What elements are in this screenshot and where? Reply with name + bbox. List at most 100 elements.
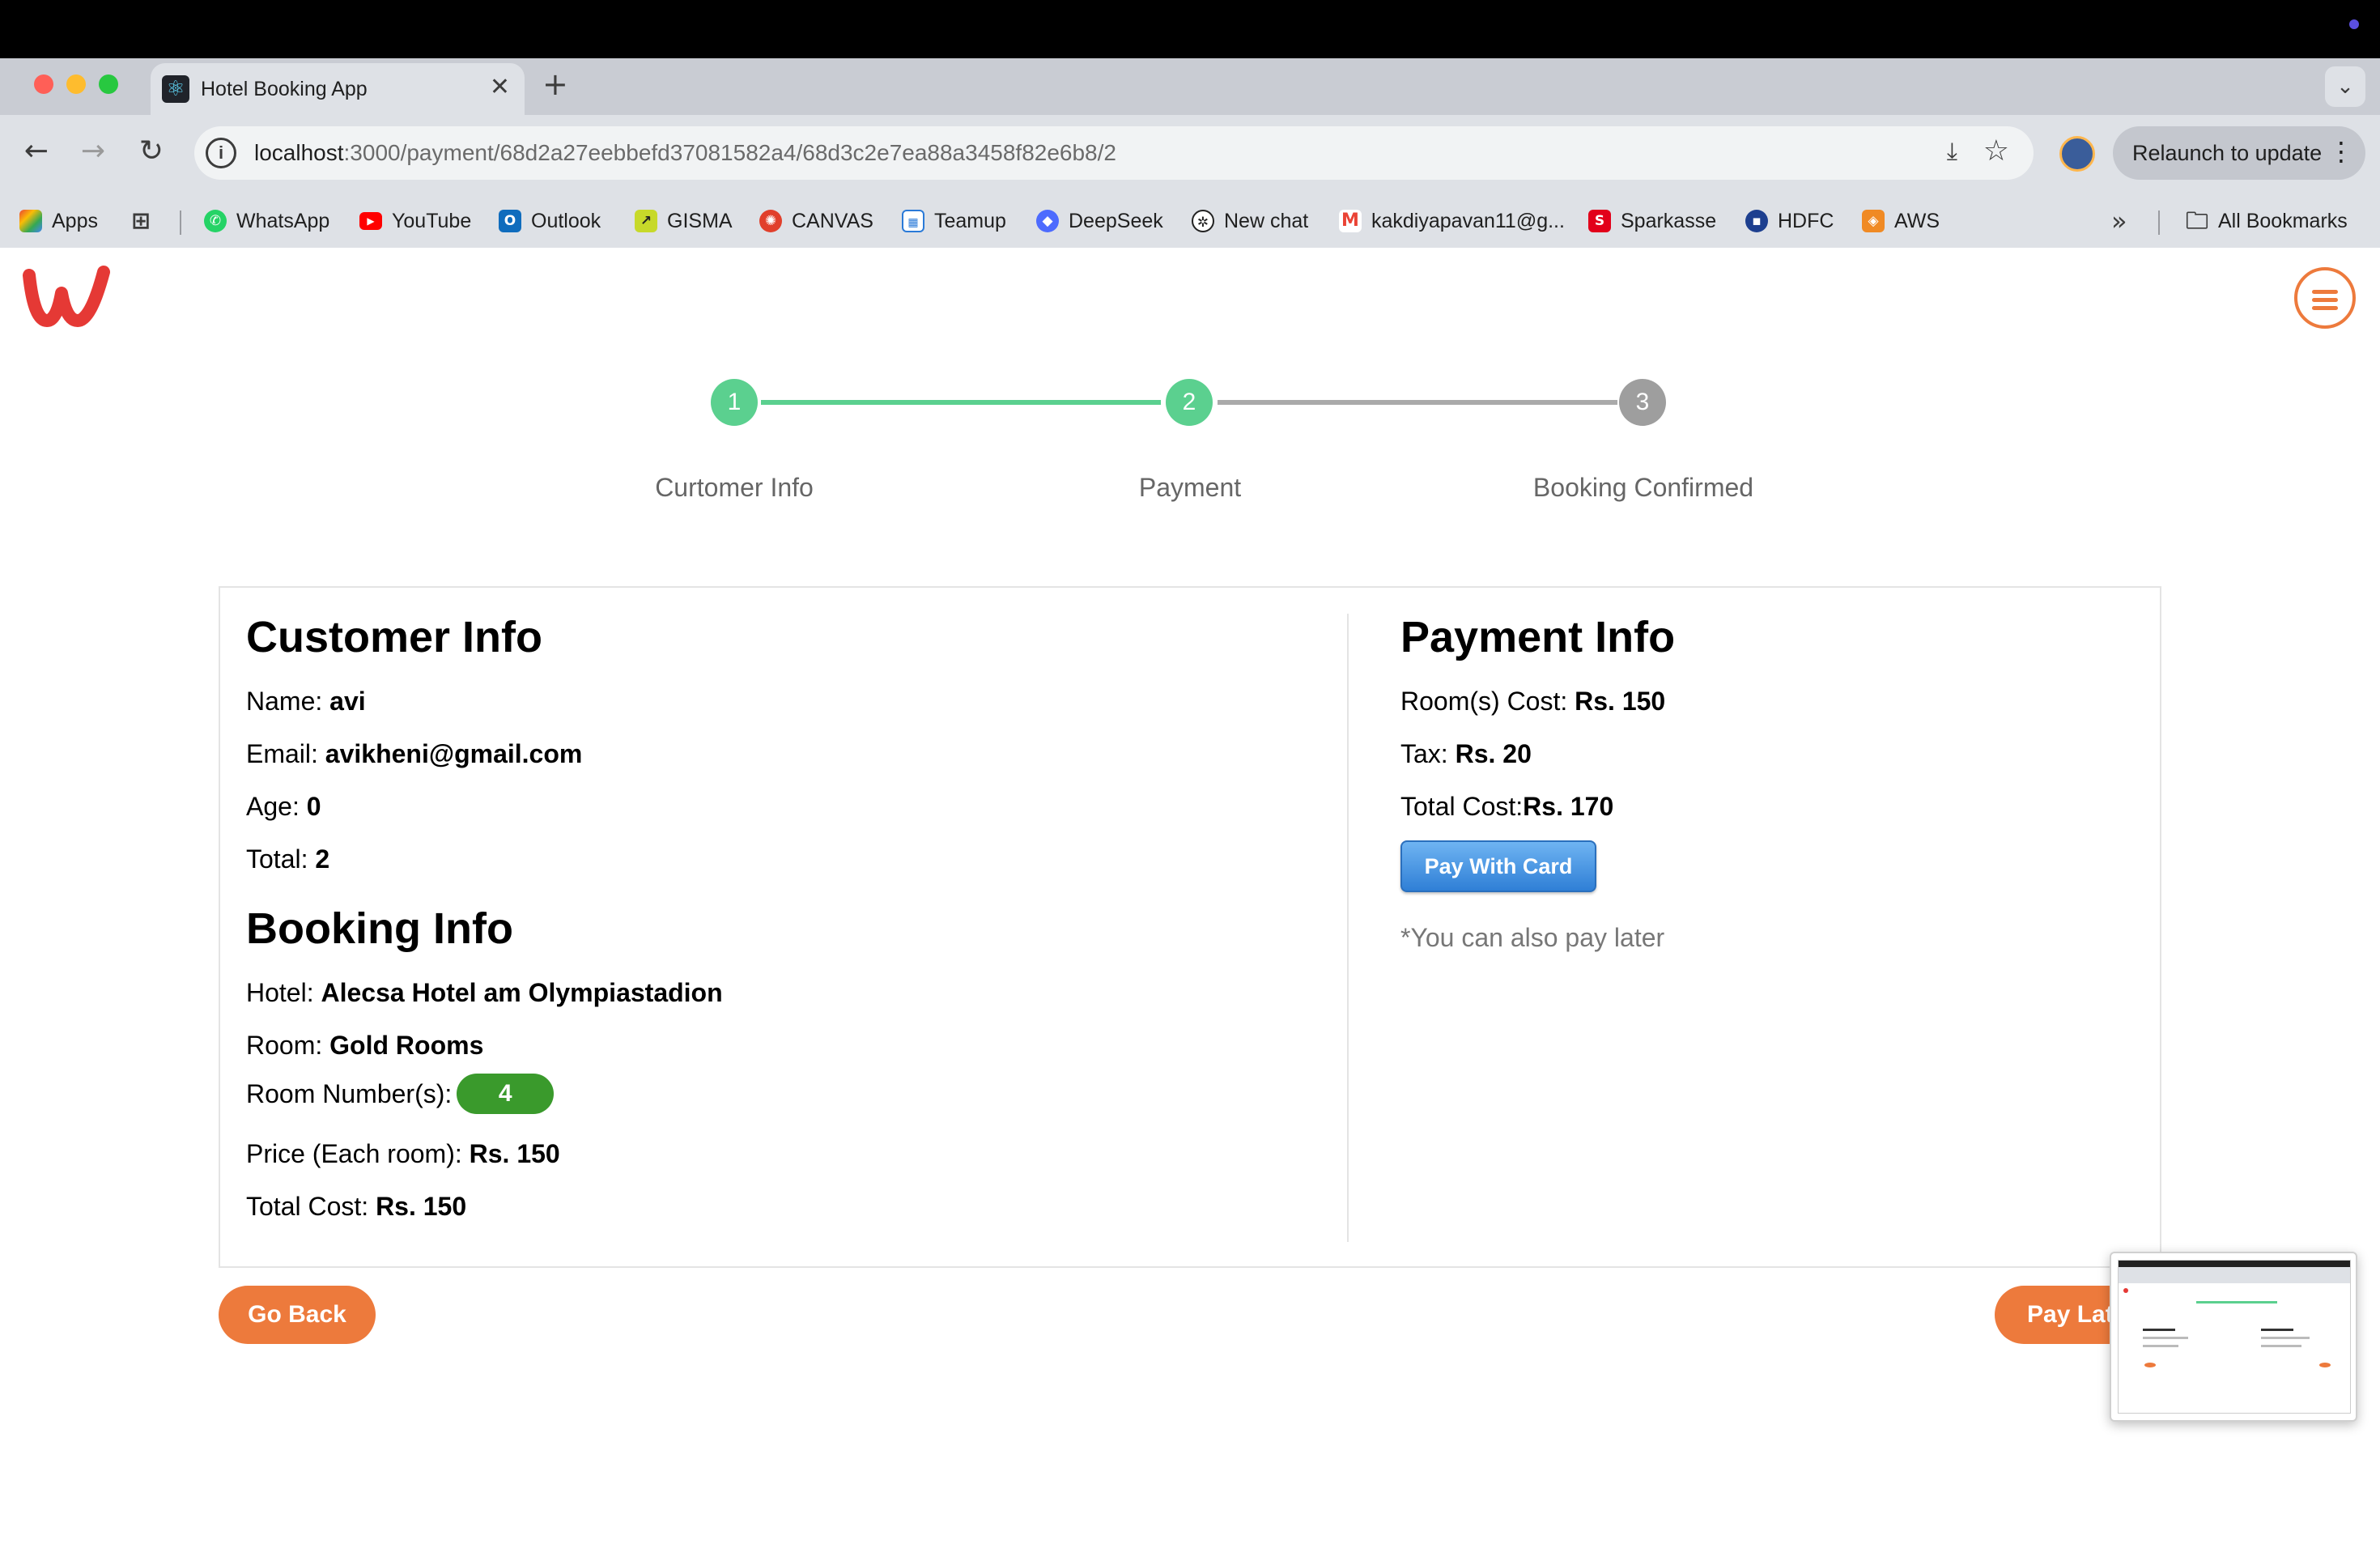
thumb-logo bbox=[2123, 1288, 2128, 1293]
pay-with-card-button[interactable]: Pay With Card bbox=[1400, 840, 1596, 892]
field-label: Total: bbox=[246, 844, 308, 874]
field-label: Room: bbox=[246, 1031, 323, 1060]
bookmark-label: HDFC bbox=[1778, 209, 1834, 232]
site-info-icon[interactable]: i bbox=[206, 138, 236, 168]
bookmark-new-chat[interactable]: ✲ New chat bbox=[1192, 207, 1308, 235]
booking-room-numbers-row: Room Number(s): 4 bbox=[246, 1074, 555, 1114]
bookmark-hdfc[interactable]: ▪ HDFC bbox=[1745, 207, 1834, 235]
bookmark-deepseek[interactable]: ◆ DeepSeek bbox=[1036, 207, 1163, 235]
bookmark-label: Outlook bbox=[531, 209, 601, 232]
bookmark-canvas[interactable]: ✺ CANVAS bbox=[759, 207, 873, 235]
menu-line bbox=[2312, 306, 2338, 310]
youtube-icon: ▶ bbox=[359, 212, 382, 230]
window-minimize-button[interactable] bbox=[66, 74, 86, 94]
bookmark-label: Apps bbox=[52, 209, 98, 232]
bookmark-sparkasse[interactable]: S Sparkasse bbox=[1588, 207, 1716, 235]
bookmark-label: CANVAS bbox=[792, 209, 873, 232]
url-host: localhost bbox=[254, 140, 344, 165]
window-close-button[interactable] bbox=[34, 74, 53, 94]
bookmark-separator bbox=[2158, 211, 2160, 235]
column-divider bbox=[1347, 614, 1349, 1242]
bookmark-outlook[interactable]: O Outlook bbox=[499, 207, 601, 235]
booking-summary-card: Customer Info Name: avi Email: avikheni@… bbox=[219, 586, 2161, 1268]
bookmark-whatsapp[interactable]: ✆ WhatsApp bbox=[204, 207, 329, 235]
customer-email-row: Email: avikheni@gmail.com bbox=[246, 739, 582, 769]
profile-avatar[interactable] bbox=[2059, 136, 2095, 172]
bookmark-separator bbox=[180, 211, 181, 235]
outlook-icon: O bbox=[499, 210, 521, 232]
bookmark-label: DeepSeek bbox=[1069, 209, 1163, 232]
tax-value: Rs. 20 bbox=[1455, 739, 1532, 768]
bookmark-label: WhatsApp bbox=[236, 209, 330, 232]
menu-line bbox=[2312, 290, 2338, 294]
payment-total-row: Total Cost: Rs. 170 bbox=[1400, 792, 1613, 822]
thumb-stepper bbox=[2196, 1301, 2277, 1303]
tab-strip: ⚛ Hotel Booking App ✕ + ⌄ bbox=[0, 58, 2380, 115]
deepseek-icon: ◆ bbox=[1036, 210, 1059, 232]
field-label: Room(s) Cost: bbox=[1400, 687, 1568, 716]
field-label: Total Cost: bbox=[246, 1192, 369, 1221]
reload-button[interactable]: ↻ bbox=[131, 131, 172, 172]
step-2-indicator: 2 bbox=[1166, 379, 1213, 426]
step-2-label: Payment bbox=[1138, 473, 1242, 502]
step-3-label: Booking Confirmed bbox=[1532, 473, 1754, 502]
go-back-button[interactable]: Go Back bbox=[219, 1286, 376, 1344]
more-menu-icon[interactable]: ⋮ bbox=[2328, 136, 2354, 167]
react-icon: ⚛ bbox=[162, 75, 189, 103]
app-logo[interactable] bbox=[23, 264, 113, 329]
thumb-button bbox=[2319, 1363, 2331, 1367]
customer-email-value: avikheni@gmail.com bbox=[325, 739, 583, 768]
install-app-icon[interactable]: ⤓ bbox=[1947, 138, 1957, 166]
thumb-text bbox=[2143, 1345, 2178, 1347]
calendar-icon: ▦ bbox=[902, 210, 924, 232]
gisma-icon: ↗ bbox=[635, 210, 657, 232]
thumbnail-image bbox=[2118, 1260, 2351, 1414]
all-bookmarks[interactable]: 🗀 All Bookmarks bbox=[2186, 207, 2348, 235]
url-text[interactable]: localhost:3000/payment/68d2a27eebbefd370… bbox=[254, 140, 1116, 166]
bookmark-star-icon[interactable]: ☆ bbox=[1983, 134, 2009, 168]
tab-title: Hotel Booking App bbox=[201, 78, 368, 100]
booking-price-value: Rs. 150 bbox=[469, 1139, 560, 1168]
bookmark-apps[interactable]: Apps bbox=[19, 207, 98, 235]
relaunch-label: Relaunch to update bbox=[2132, 141, 2323, 165]
new-tab-button[interactable]: + bbox=[542, 66, 568, 102]
bookmark-label: Sparkasse bbox=[1621, 209, 1717, 232]
tab-groups-icon[interactable]: ⊞ bbox=[130, 207, 152, 235]
bookmark-youtube[interactable]: ▶ YouTube bbox=[359, 207, 471, 235]
field-label: Age: bbox=[246, 792, 300, 821]
tab-close-icon[interactable]: ✕ bbox=[490, 73, 510, 101]
screenshot-preview-thumbnail[interactable] bbox=[2110, 1252, 2357, 1422]
folder-icon: 🗀 bbox=[2186, 207, 2209, 234]
address-bar[interactable]: i localhost:3000/payment/68d2a27eebbefd3… bbox=[194, 126, 2034, 180]
bookmark-aws[interactable]: ◈ AWS bbox=[1862, 207, 1940, 235]
bookmarks-bar: Apps ⊞ ✆ WhatsApp ▶ YouTube O Outlook ↗ … bbox=[0, 193, 2380, 248]
payment-info-title: Payment Info bbox=[1400, 613, 1676, 661]
tab-search-button[interactable]: ⌄ bbox=[2325, 66, 2365, 107]
bookmark-label: Teamup bbox=[934, 209, 1006, 232]
customer-age-value: 0 bbox=[306, 792, 321, 821]
thumb-os-bar bbox=[2119, 1261, 2350, 1267]
relaunch-button[interactable]: Relaunch to update ⋮ bbox=[2113, 126, 2365, 180]
back-button[interactable]: ← bbox=[16, 131, 57, 172]
bookmark-teamup[interactable]: ▦ Teamup bbox=[902, 207, 1006, 235]
whatsapp-icon: ✆ bbox=[204, 210, 227, 232]
bookmarks-overflow-icon[interactable]: » bbox=[2111, 206, 2127, 236]
booking-room-row: Room: Gold Rooms bbox=[246, 1031, 483, 1061]
field-label: Email: bbox=[246, 739, 318, 768]
thumb-text bbox=[2261, 1337, 2310, 1339]
hamburger-menu-button[interactable] bbox=[2294, 267, 2356, 329]
bookmark-label: AWS bbox=[1894, 209, 1940, 232]
thumb-text bbox=[2261, 1345, 2301, 1347]
forward-button[interactable]: → bbox=[73, 131, 113, 172]
gmail-icon: M bbox=[1339, 210, 1362, 232]
bookmark-gisma[interactable]: ↗ GISMA bbox=[635, 207, 733, 235]
booking-price-row: Price (Each room): Rs. 150 bbox=[246, 1139, 560, 1169]
window-zoom-button[interactable] bbox=[99, 74, 118, 94]
thumb-text bbox=[2143, 1337, 2188, 1339]
status-dot-icon bbox=[2349, 19, 2359, 29]
field-label: Tax: bbox=[1400, 739, 1448, 768]
bookmark-gmail[interactable]: M kakdiyapavan11@g... bbox=[1339, 207, 1565, 235]
step-3-indicator: 3 bbox=[1619, 379, 1666, 426]
tab-hotel-booking[interactable]: ⚛ Hotel Booking App ✕ bbox=[151, 63, 525, 115]
step-connector-complete bbox=[761, 400, 1161, 405]
